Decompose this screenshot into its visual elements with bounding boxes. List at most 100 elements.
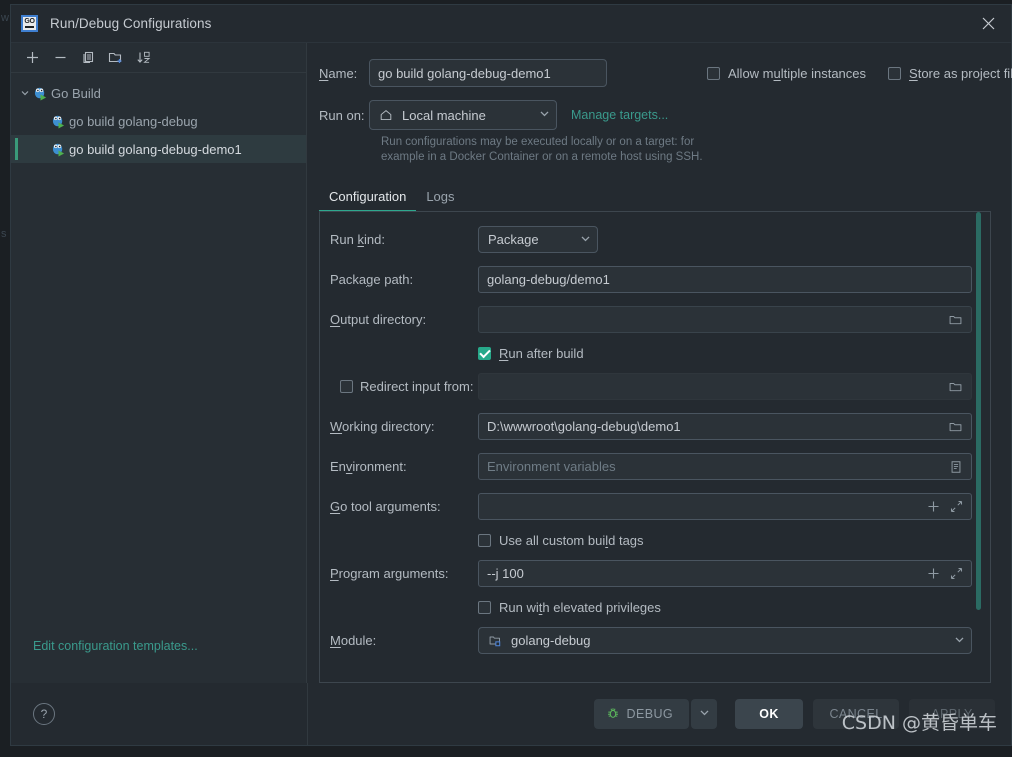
run-after-build-checkbox[interactable] <box>478 347 491 360</box>
chevron-down-icon[interactable] <box>531 108 550 122</box>
form-scrollbar[interactable] <box>976 212 981 610</box>
debug-button-label: DEBUG <box>627 707 673 721</box>
background-ghost-text-top: w <box>1 12 9 24</box>
output-directory-input[interactable] <box>478 306 972 333</box>
footer-divider <box>307 683 308 745</box>
tree-item-label: go build golang-debug-demo1 <box>69 142 242 157</box>
configurations-sidebar: Go Build go build golang-debug <box>11 43 307 683</box>
tab-logs[interactable]: Logs <box>416 189 464 211</box>
module-select[interactable]: golang-debug <box>478 627 972 654</box>
plus-icon[interactable] <box>927 500 940 513</box>
home-icon <box>379 108 393 122</box>
redirect-input-from-input[interactable] <box>478 373 972 400</box>
ok-button[interactable]: OK <box>735 699 803 729</box>
screen-root: w s GO Run/Debug Configurations <box>0 0 1012 757</box>
sidebar-footer: Edit configuration templates... <box>11 625 306 683</box>
name-input-field[interactable] <box>378 66 598 81</box>
run-with-elevated-privileges-label: Run with elevated privileges <box>499 600 661 615</box>
tree-group-go-build[interactable]: Go Build <box>11 79 306 107</box>
run-on-hint-line2: example in a Docker Container or on a re… <box>381 150 991 165</box>
redirect-input-from-row: Redirect input from: <box>330 373 972 400</box>
chevron-down-icon[interactable] <box>946 634 965 648</box>
go-tool-arguments-input-field[interactable] <box>487 499 927 514</box>
run-on-row: Run on: Local machine Manage targets... <box>319 97 991 133</box>
working-directory-input[interactable] <box>478 413 972 440</box>
program-arguments-label: Program arguments: <box>330 566 478 581</box>
folder-icon[interactable] <box>948 380 963 394</box>
folder-icon[interactable] <box>948 313 963 327</box>
edit-configuration-templates-link[interactable]: Edit configuration templates... <box>33 639 198 653</box>
output-directory-input-field[interactable] <box>487 312 948 327</box>
close-icon[interactable] <box>971 9 1005 39</box>
output-directory-row: Output directory: <box>330 306 972 333</box>
expand-icon[interactable] <box>950 567 963 580</box>
store-as-project-file-checkbox[interactable] <box>888 67 901 80</box>
manage-targets-link[interactable]: Manage targets... <box>571 108 668 122</box>
dialog-titlebar: GO Run/Debug Configurations <box>11 5 1011 43</box>
debug-dropdown-button[interactable] <box>691 699 717 729</box>
copy-configuration-button[interactable] <box>75 46 101 70</box>
expand-icon[interactable] <box>950 500 963 513</box>
program-arguments-input-field[interactable] <box>487 566 927 581</box>
module-row: Module: golang-debug <box>330 627 972 654</box>
add-configuration-button[interactable] <box>19 46 45 70</box>
go-tool-arguments-input[interactable] <box>478 493 972 520</box>
working-directory-input-field[interactable] <box>487 419 948 434</box>
run-after-build-row[interactable]: Run after build <box>330 346 972 361</box>
run-kind-select[interactable]: Package <box>478 226 598 253</box>
go-logo-icon: GO <box>21 15 38 32</box>
package-path-input[interactable] <box>478 266 972 293</box>
run-with-elevated-privileges-checkbox[interactable] <box>478 601 491 614</box>
environment-input[interactable] <box>478 453 972 480</box>
redirect-input-from-input-field[interactable] <box>487 379 948 394</box>
run-on-hint-line1: Run configurations may be executed local… <box>381 135 991 150</box>
plus-icon[interactable] <box>927 567 940 580</box>
allow-multiple-instances-checkbox[interactable] <box>707 67 720 80</box>
tree-item-go-build-golang-debug[interactable]: go build golang-debug <box>11 107 306 135</box>
run-kind-value: Package <box>488 232 539 247</box>
chevron-down-icon[interactable] <box>17 85 33 101</box>
redirect-input-from-checkbox[interactable] <box>340 380 353 393</box>
sort-alphabetically-button[interactable] <box>131 46 157 70</box>
environment-label: Environment: <box>330 459 478 474</box>
name-row: Name: Allow multiple instances S <box>319 57 991 89</box>
module-folder-icon <box>488 634 503 648</box>
configuration-detail-panel: Name: Allow multiple instances S <box>307 43 1011 683</box>
sidebar-toolbar <box>11 43 306 73</box>
run-on-select[interactable]: Local machine <box>369 100 557 130</box>
detail-tabs: Configuration Logs <box>307 181 1011 211</box>
remove-configuration-button[interactable] <box>47 46 73 70</box>
working-directory-label: Working directory: <box>330 419 478 434</box>
debug-button[interactable]: DEBUG <box>594 699 689 729</box>
program-arguments-input[interactable] <box>478 560 972 587</box>
new-folder-button[interactable] <box>103 46 129 70</box>
working-directory-row: Working directory: <box>330 413 972 440</box>
folder-icon[interactable] <box>948 420 963 434</box>
tree-item-go-build-golang-debug-demo1[interactable]: go build golang-debug-demo1 <box>11 135 306 163</box>
configuration-header: Name: Allow multiple instances S <box>307 43 1011 165</box>
help-button[interactable]: ? <box>33 703 55 725</box>
name-input[interactable] <box>369 59 607 87</box>
use-all-custom-build-tags-checkbox[interactable] <box>478 534 491 547</box>
allow-multiple-instances-label: Allow multiple instances <box>728 66 866 81</box>
use-all-custom-build-tags-label: Use all custom build tags <box>499 533 644 548</box>
dialog-footer: ? DEBUG OK CANCEL <box>11 683 1011 745</box>
chevron-down-icon[interactable] <box>572 233 591 247</box>
run-on-value: Local machine <box>402 108 486 123</box>
cancel-button[interactable]: CANCEL <box>813 699 899 729</box>
run-with-elevated-privileges-row[interactable]: Run with elevated privileges <box>330 600 972 615</box>
environment-input-field[interactable] <box>487 459 949 474</box>
chevron-down-icon <box>699 707 710 721</box>
go-logo-text: GO <box>24 19 34 25</box>
package-path-row: Package path: <box>330 266 972 293</box>
list-edit-icon[interactable] <box>949 460 963 474</box>
redirect-input-from-label: Redirect input from: <box>360 379 473 394</box>
package-path-input-field[interactable] <box>487 272 963 287</box>
store-as-project-file-row[interactable]: Store as project file <box>888 66 1012 81</box>
allow-multiple-instances-row[interactable]: Allow multiple instances <box>707 66 866 81</box>
dialog-title: Run/Debug Configurations <box>50 16 212 31</box>
tab-configuration[interactable]: Configuration <box>319 189 416 211</box>
environment-row: Environment: <box>330 453 972 480</box>
use-all-custom-build-tags-row[interactable]: Use all custom build tags <box>330 533 972 548</box>
package-path-label: Package path: <box>330 272 478 287</box>
